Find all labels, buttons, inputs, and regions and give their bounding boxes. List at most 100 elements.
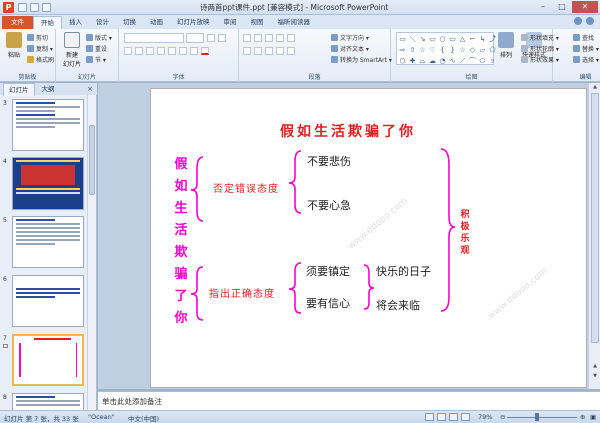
help-icon[interactable]: [586, 17, 594, 25]
align-text-button[interactable]: 对齐文本 ▾: [331, 44, 369, 53]
select-arrow-icon: [573, 56, 580, 63]
decrease-indent-button[interactable]: [265, 34, 273, 42]
smartart-button[interactable]: 转换为 SmartArt ▾: [331, 55, 392, 64]
minimize-button[interactable]: –: [534, 1, 552, 13]
current-slide[interactable]: 假如生活欺骗了你 假 如 生 活 欺 骗 了 你 否定错误态度 指出正确态度 不…: [150, 88, 587, 388]
grow-font-button[interactable]: [207, 34, 215, 42]
tab-outline[interactable]: 大纲: [37, 83, 60, 95]
font-size-select[interactable]: [186, 33, 204, 43]
next-slide-icon[interactable]: ▼: [591, 373, 599, 379]
slide-sorter-icon[interactable]: [437, 413, 446, 421]
font-color-button[interactable]: [201, 47, 209, 55]
quick-access-toolbar: [18, 3, 51, 12]
redo-icon[interactable]: [42, 3, 51, 12]
justify-button[interactable]: [276, 47, 284, 55]
scissors-icon: [27, 34, 34, 41]
select-button[interactable]: 选择 ▾: [573, 55, 599, 64]
reading-view-icon[interactable]: [449, 413, 458, 421]
replace-button[interactable]: 替换 ▾: [573, 44, 599, 53]
shape-fill-button[interactable]: 形状填充 ▾: [521, 33, 559, 42]
strikethrough-button[interactable]: [168, 47, 176, 55]
tab-insert[interactable]: 插入: [62, 16, 89, 29]
zoom-out-icon[interactable]: ⊖: [500, 413, 505, 421]
notes-pane[interactable]: 单击此处添加备注: [98, 391, 600, 410]
layout-button[interactable]: 版式 ▾: [86, 33, 112, 42]
normal-view-icon[interactable]: [425, 413, 434, 421]
tab-home[interactable]: 开始: [33, 16, 62, 29]
slide-thumbnail[interactable]: [12, 99, 84, 151]
save-icon[interactable]: [18, 3, 27, 12]
zoom-slider[interactable]: [507, 417, 577, 418]
paste-button[interactable]: 粘贴: [3, 32, 25, 59]
reset-button[interactable]: 重设: [86, 44, 107, 53]
slide-scrollbar[interactable]: ▲ ▲ ▼: [588, 83, 600, 389]
language-indicator[interactable]: 中文(中国): [128, 413, 159, 423]
tab-transitions[interactable]: 切换: [116, 16, 143, 29]
zoom-level[interactable]: 79%: [478, 413, 492, 421]
shape-effects-button[interactable]: 形状效果 ▾: [521, 55, 559, 64]
close-panel-icon[interactable]: ×: [87, 85, 93, 93]
slideshow-icon[interactable]: [461, 413, 470, 421]
tab-slideshow[interactable]: 幻灯片放映: [170, 16, 217, 29]
tab-review[interactable]: 审阅: [217, 16, 244, 29]
char-spacing-button[interactable]: [179, 47, 187, 55]
change-case-button[interactable]: [190, 47, 198, 55]
slide-thumbnail[interactable]: [12, 157, 84, 210]
tab-slides[interactable]: 幻灯片: [3, 82, 35, 96]
undo-icon[interactable]: [30, 3, 39, 12]
zoom-slider-handle[interactable]: [535, 413, 539, 421]
effects-icon: [521, 56, 528, 63]
format-painter-button[interactable]: 格式刷: [27, 55, 54, 64]
shrink-font-button[interactable]: [218, 34, 226, 42]
font-family-select[interactable]: [124, 33, 184, 43]
bullets-button[interactable]: [243, 34, 251, 42]
paragraph-group: 文字方向 ▾ 对齐文本 ▾ 转换为 SmartArt ▾ 段落: [239, 29, 392, 82]
vertical-title-char: 活: [174, 223, 188, 238]
prev-slide-icon[interactable]: ▲: [591, 363, 599, 369]
zoom-in-icon[interactable]: ⊕: [580, 413, 585, 421]
slide-thumbnail[interactable]: [12, 216, 84, 268]
tab-view[interactable]: 视图: [244, 16, 271, 29]
align-center-button[interactable]: [254, 47, 262, 55]
tab-foxit-reader[interactable]: 福昕阅读器: [271, 16, 318, 29]
tab-design[interactable]: 设计: [89, 16, 116, 29]
find-button[interactable]: 查找: [573, 33, 594, 42]
brush-icon: [27, 56, 34, 63]
animation-star-icon: [3, 344, 8, 348]
tab-animations[interactable]: 动画: [143, 16, 170, 29]
powerpoint-app-icon[interactable]: P: [3, 2, 14, 13]
slide-thumbnail[interactable]: [12, 393, 84, 410]
columns-button[interactable]: [287, 47, 295, 55]
shape-outline-button[interactable]: 形状轮廓 ▾: [521, 44, 559, 53]
slide-thumbnail[interactable]: [12, 275, 84, 327]
line-spacing-button[interactable]: [287, 34, 295, 42]
paste-icon: [6, 32, 22, 48]
scrollbar-thumb[interactable]: [89, 125, 95, 195]
bold-button[interactable]: [124, 47, 132, 55]
tab-file[interactable]: 文件: [2, 16, 33, 29]
copy-button[interactable]: 复制 ▾: [27, 44, 53, 53]
new-slide-button[interactable]: 新建 幻灯片: [60, 32, 84, 68]
text-direction-button[interactable]: 文字方向 ▾: [331, 33, 369, 42]
shapes-gallery[interactable]: ▭ ＼ ↘ ▭ ○ ▭ △ ⌐ ↳ ⤴ ⇨ ⇧ ☆ ♡{} ☆ ◇ ▱ ⬠ ⬡ ✚ ⌓ ☁ ◔ ∿ ⟋ ⌒ ⬭ ▿: [396, 32, 496, 65]
underline-button[interactable]: [146, 47, 154, 55]
pen-icon: [521, 45, 528, 52]
thumbnail-scrollbar[interactable]: [87, 95, 96, 410]
minimize-ribbon-icon[interactable]: [574, 17, 582, 25]
close-window-button[interactable]: ✕: [572, 1, 598, 13]
arrange-button[interactable]: 排列: [495, 32, 517, 59]
increase-indent-button[interactable]: [276, 34, 284, 42]
align-left-button[interactable]: [243, 47, 251, 55]
numbering-button[interactable]: [254, 34, 262, 42]
shadow-button[interactable]: [157, 47, 165, 55]
fit-to-window-icon[interactable]: ▣: [590, 413, 596, 421]
align-right-button[interactable]: [265, 47, 273, 55]
italic-button[interactable]: [135, 47, 143, 55]
cut-button[interactable]: 剪切: [27, 33, 48, 42]
text-direction-icon: [331, 34, 338, 41]
scroll-up-icon[interactable]: ▲: [591, 84, 599, 90]
slide-thumbnail-selected[interactable]: [12, 334, 84, 386]
maximize-button[interactable]: □: [553, 1, 571, 13]
section-button[interactable]: 节 ▾: [86, 55, 106, 64]
scrollbar-thumb[interactable]: [591, 93, 599, 343]
